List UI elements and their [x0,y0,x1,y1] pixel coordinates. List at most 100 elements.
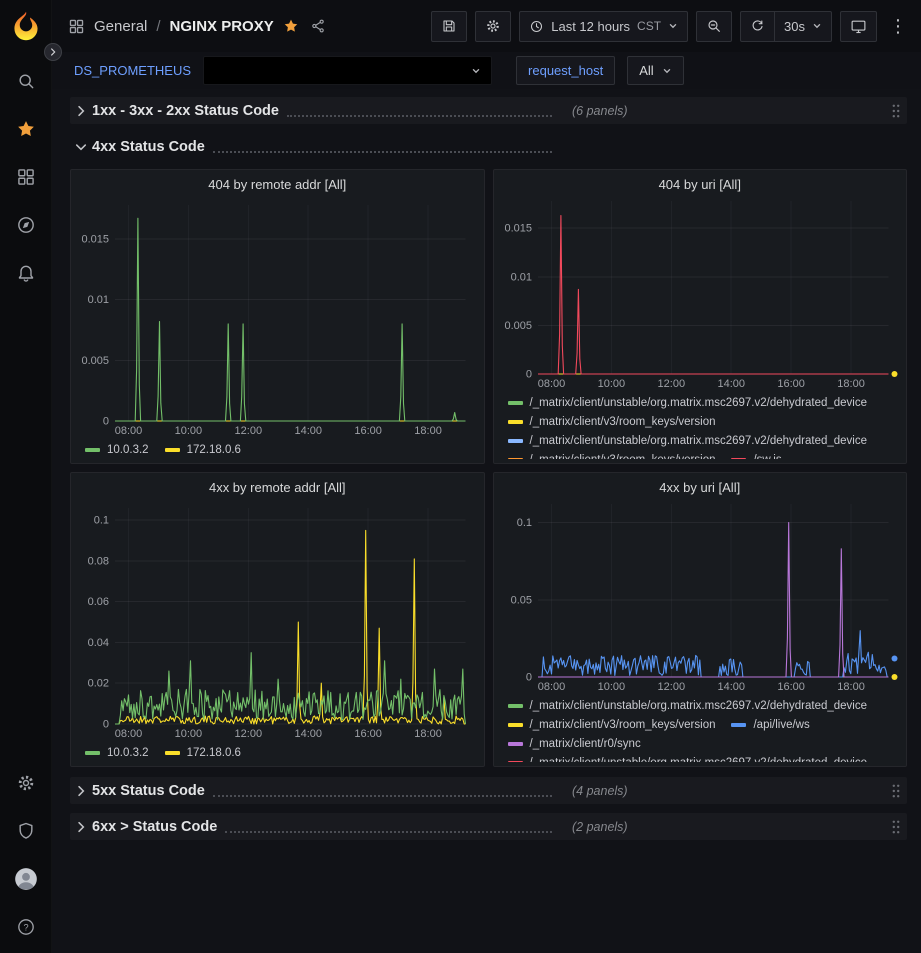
sidebar-item-dashboards[interactable] [0,153,52,201]
panel: 4xx by uri [All]00.050.108:0010:0012:001… [493,472,908,767]
legend-item[interactable]: 172.18.0.6 [165,747,241,759]
panel-title[interactable]: 4xx by uri [All] [502,473,899,498]
sidebar-nav-bottom: ? [0,759,51,953]
legend-item[interactable]: 10.0.3.2 [85,747,149,759]
grafana-app: ? General / NGINX PROXY [0,0,921,953]
legend-label: /_matrix/client/v3/room_keys/version [530,719,716,731]
legend-item[interactable]: /_matrix/client/unstable/org.matrix.msc2… [508,700,868,712]
dashboard-row-toggle[interactable]: 5xx Status Code(4 panels) [70,777,907,804]
sidebar-item-configuration[interactable] [0,759,52,807]
legend-item[interactable]: 10.0.3.2 [85,444,149,456]
kebab-menu-button[interactable]: ⋮ [885,16,911,37]
sidebar-expand-button[interactable] [44,43,62,61]
svg-text:10:00: 10:00 [597,681,625,693]
tv-mode-button[interactable] [840,11,877,42]
legend: /_matrix/client/unstable/org.matrix.msc2… [502,694,899,762]
panel-title[interactable]: 404 by uri [All] [502,170,899,195]
time-range-picker[interactable]: Last 12 hours CST [519,11,688,42]
chart-area[interactable]: 00.0050.010.01508:0010:0012:0014:0016:00… [502,195,899,391]
legend-item[interactable]: /_matrix/client/r0/sync [508,738,641,750]
main-area: General / NGINX PROXY [52,0,921,953]
chart-area[interactable]: 00.050.108:0010:0012:0014:0016:0018:00 [502,498,899,694]
zoom-out-button[interactable] [696,11,732,42]
time-series-plot: 00.0050.010.01508:0010:0012:0014:0016:00… [502,195,899,391]
legend: 10.0.3.2 172.18.0.6 [79,741,476,762]
row-drag-handle[interactable] [885,819,907,835]
svg-text:10:00: 10:00 [175,728,203,740]
svg-text:14:00: 14:00 [294,425,322,437]
save-dashboard-button[interactable] [431,11,467,42]
breadcrumb-folder[interactable]: General [94,18,147,35]
dashboard-rows: 1xx - 3xx - 2xx Status Code(6 panels) 4xx… [70,97,907,840]
legend-item[interactable]: /_matrix/client/v3/room_keys/version [508,454,716,459]
help-icon: ? [16,917,36,937]
legend-item[interactable]: /_matrix/client/unstable/org.matrix.msc2… [508,397,868,409]
dashboard-settings-button[interactable] [475,11,511,42]
share-icon[interactable] [310,18,326,34]
legend-label: /_matrix/client/unstable/org.matrix.msc2… [530,757,868,762]
chevron-right-icon [48,47,58,57]
sidebar-item-alerting[interactable] [0,249,52,297]
chart-area[interactable]: 00.020.040.060.080.108:0010:0012:0014:00… [79,502,476,741]
row-title: 6xx > Status Code [92,819,217,835]
sidebar-item-starred[interactable] [0,105,52,153]
dashboard-title[interactable]: NGINX PROXY [170,18,274,35]
sidebar-item-server-admin[interactable] [0,807,52,855]
sidebar-item-help[interactable]: ? [0,903,52,951]
sidebar-item-search[interactable] [0,57,52,105]
svg-text:0.08: 0.08 [88,555,109,567]
sidebar-nav-top [0,57,51,297]
chevron-down-icon [662,66,672,76]
svg-text:08:00: 08:00 [115,425,143,437]
legend-item[interactable]: /_matrix/client/v3/room_keys/version [508,416,716,428]
sidebar-item-explore[interactable] [0,201,52,249]
svg-text:12:00: 12:00 [235,425,263,437]
chevron-right-icon [70,784,92,798]
row-drag-handle[interactable] [885,783,907,799]
legend-row: 10.0.3.2 172.18.0.6 [85,440,476,459]
zoom-out-icon [706,18,722,34]
legend-row: /_matrix/client/v3/room_keys/version/api… [508,715,899,734]
legend-item[interactable]: /_matrix/client/v3/room_keys/version [508,719,716,731]
panel-title[interactable]: 4xx by remote addr [All] [79,473,476,502]
row-drag-handle[interactable] [885,103,907,119]
legend-swatch [85,448,100,452]
dashboard-row-toggle[interactable]: 1xx - 3xx - 2xx Status Code(6 panels) [70,97,907,124]
panel-title[interactable]: 404 by remote addr [All] [79,170,476,199]
panel: 4xx by remote addr [All]00.020.040.060.0… [70,472,485,767]
svg-text:0: 0 [525,369,531,381]
legend-item[interactable]: /_matrix/client/unstable/org.matrix.msc2… [508,435,868,447]
chart-area[interactable]: 00.0050.010.01508:0010:0012:0014:0016:00… [79,199,476,438]
row-main: 6xx > Status Code [92,819,560,835]
legend-row: /_matrix/client/unstable/org.matrix.msc2… [508,431,899,450]
legend-label: 10.0.3.2 [107,444,149,456]
legend-row: /_matrix/client/v3/room_keys/version [508,412,899,431]
legend-item[interactable]: /api/live/ws [731,719,809,731]
datasource-select[interactable] [203,56,492,85]
legend-label: /_matrix/client/unstable/org.matrix.msc2… [530,397,868,409]
sidebar-item-profile[interactable] [0,855,52,903]
favorite-star-icon[interactable] [283,18,299,34]
legend-swatch [508,458,523,459]
star-icon [16,119,36,139]
legend-item[interactable]: 172.18.0.6 [165,444,241,456]
legend-item[interactable]: /_matrix/client/unstable/org.matrix.msc2… [508,757,868,762]
legend-label: /sw.js [753,454,781,459]
legend-swatch [508,723,523,727]
refresh-interval-dropdown[interactable]: 30s [775,11,832,42]
svg-text:0.02: 0.02 [88,678,109,690]
svg-text:10:00: 10:00 [175,425,203,437]
request-host-select[interactable]: All [627,56,683,85]
svg-text:14:00: 14:00 [294,728,322,740]
legend-swatch [508,439,523,443]
time-range-label: Last 12 hours [551,19,630,34]
refresh-button[interactable] [740,11,775,42]
dotted-leader [213,785,552,797]
dashboard-row-toggle[interactable]: 6xx > Status Code(2 panels) [70,813,907,840]
legend-item[interactable]: /sw.js [731,454,781,459]
legend-label: /_matrix/client/unstable/org.matrix.msc2… [530,700,868,712]
legend-label: /_matrix/client/v3/room_keys/version [530,416,716,428]
dashboard-row-toggle[interactable]: 4xx Status Code [70,133,907,160]
grafana-logo[interactable] [9,9,43,43]
timezone-label: CST [637,19,661,33]
